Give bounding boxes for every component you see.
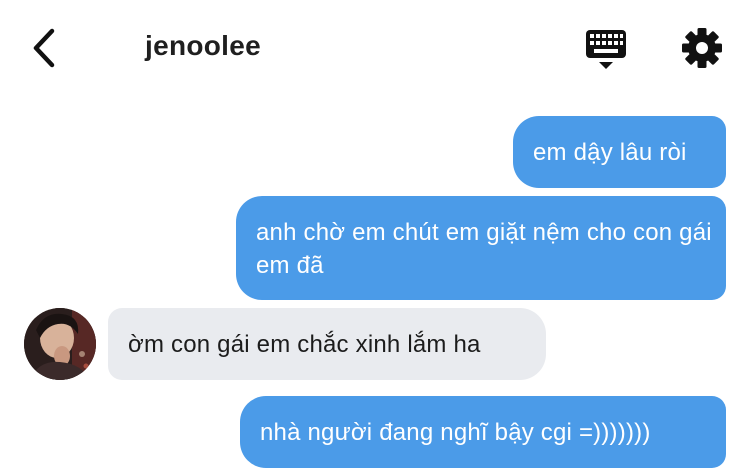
contact-avatar[interactable] <box>24 308 96 380</box>
conversation-title: jenoolee <box>145 30 261 61</box>
back-button[interactable] <box>28 26 64 70</box>
message-bubble-incoming[interactable]: ờm con gái em chắc xinh lắm ha <box>108 308 546 380</box>
message-bubble-outgoing[interactable]: em dậy lâu ròi <box>513 116 726 188</box>
message-bubble-outgoing[interactable]: nhà người đang nghĩ bậy cgi =))))))) <box>240 396 726 468</box>
settings-button[interactable] <box>681 27 723 69</box>
gear-icon <box>682 28 722 68</box>
message-bubble-outgoing[interactable]: anh chờ em chút em giặt nệm cho con gái … <box>236 196 726 300</box>
avatar-photo <box>24 308 96 380</box>
keyboard-icon <box>586 30 626 69</box>
chevron-left-icon <box>33 28 55 68</box>
chat-header: jenoolee <box>0 0 750 100</box>
keyboard-toggle-button[interactable] <box>585 28 627 72</box>
